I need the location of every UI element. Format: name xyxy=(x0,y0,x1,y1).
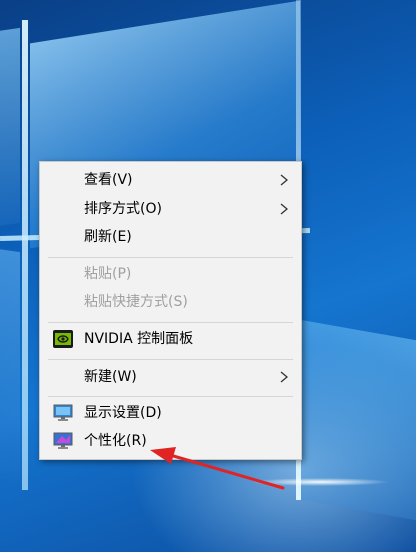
menu-item-label: 粘贴快捷方式(S) xyxy=(84,294,188,310)
wallpaper-pane xyxy=(0,27,20,228)
menu-item-label: 新建(W) xyxy=(84,369,137,385)
menu-item-new[interactable]: 新建(W) xyxy=(40,364,301,391)
wallpaper-pane xyxy=(300,319,416,521)
menu-item-sort-by[interactable]: 排序方式(O) xyxy=(40,196,301,223)
menu-item-nvidia-control-panel[interactable]: NVIDIA 控制面板 xyxy=(40,326,301,353)
wallpaper-light-beam xyxy=(250,478,390,486)
menu-item-refresh[interactable]: 刷新(E) xyxy=(40,224,301,251)
wallpaper-pane xyxy=(0,247,20,483)
menu-item-label: 刷新(E) xyxy=(84,229,132,245)
menu-item-paste[interactable]: 粘贴(P) xyxy=(40,261,301,288)
monitor-icon xyxy=(53,404,73,421)
menu-separator xyxy=(48,322,293,323)
chevron-right-icon xyxy=(280,203,289,215)
chevron-right-icon xyxy=(280,371,289,383)
desktop-context-menu: 查看(V) 排序方式(O) 刷新(E) 粘贴(P) 粘贴快捷方式(S) NVID… xyxy=(39,161,302,460)
menu-item-personalize[interactable]: 个性化(R) xyxy=(40,428,301,455)
menu-item-label: 显示设置(D) xyxy=(84,405,162,421)
menu-item-view[interactable]: 查看(V) xyxy=(40,167,301,194)
menu-separator xyxy=(48,359,293,360)
menu-item-display-settings[interactable]: 显示设置(D) xyxy=(40,400,301,427)
menu-item-paste-shortcut[interactable]: 粘贴快捷方式(S) xyxy=(40,289,301,316)
menu-item-label: 粘贴(P) xyxy=(84,266,132,282)
menu-item-label: 个性化(R) xyxy=(84,433,147,449)
menu-item-label: 排序方式(O) xyxy=(84,201,162,217)
personalize-monitor-icon xyxy=(53,432,73,449)
menu-item-label: NVIDIA 控制面板 xyxy=(84,331,194,347)
nvidia-logo-icon xyxy=(53,330,73,348)
chevron-right-icon xyxy=(280,174,289,186)
menu-separator xyxy=(48,257,293,258)
menu-item-label: 查看(V) xyxy=(84,172,133,188)
wallpaper-light-beam xyxy=(22,20,28,490)
menu-separator xyxy=(48,396,293,397)
